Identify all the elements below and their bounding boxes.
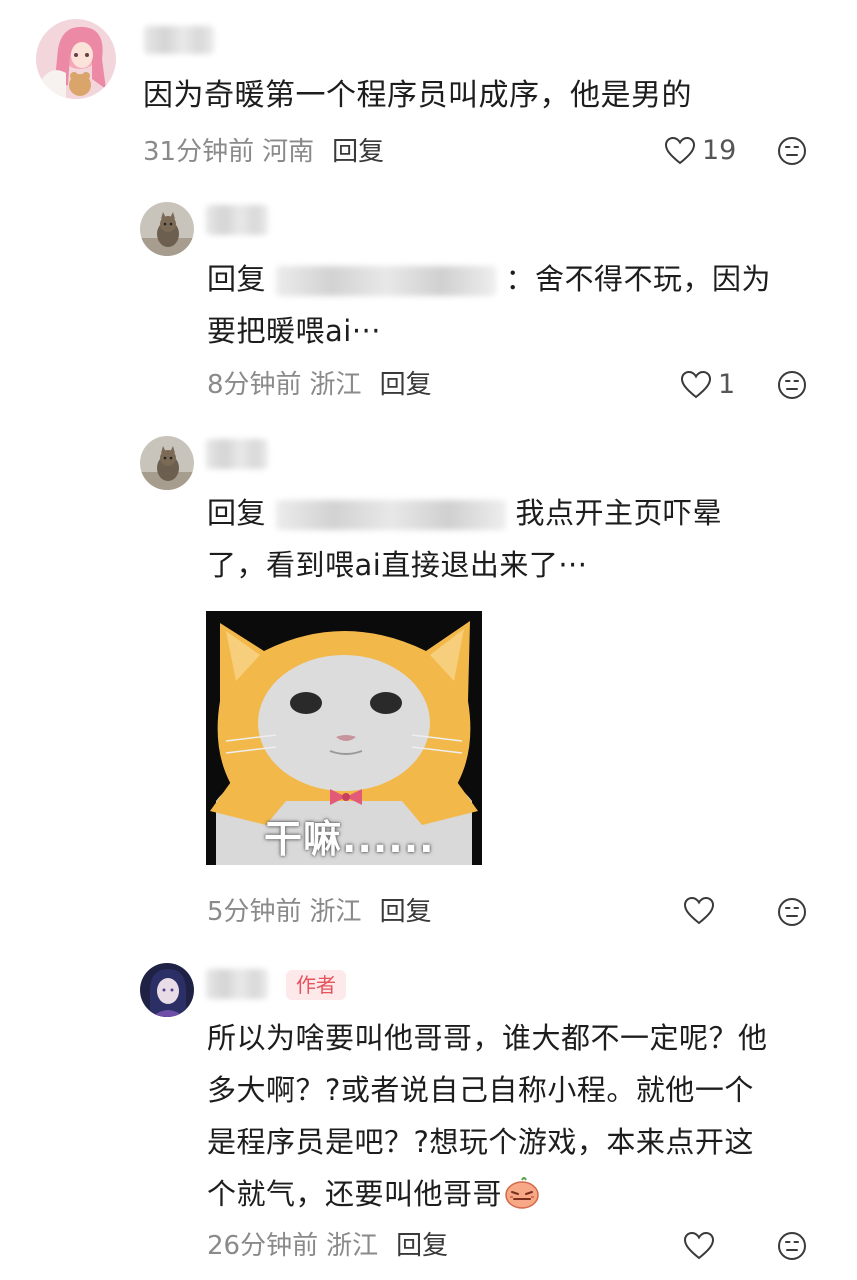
heart-outline-icon	[664, 136, 696, 164]
comment-time: 31分钟前	[143, 137, 255, 167]
avatar[interactable]	[140, 436, 194, 490]
comment-text: 回复 ：舍不得不玩，因为	[207, 252, 807, 306]
dislike-button[interactable]	[777, 136, 807, 166]
author-badge: 作者	[286, 970, 346, 1000]
dislike-button[interactable]	[777, 370, 807, 400]
heart-outline-icon	[683, 1231, 715, 1260]
like-count: 19	[702, 135, 737, 166]
comment-time: 8分钟前	[207, 370, 302, 400]
comment-text-line: 个就气，还要叫他哥哥	[207, 1177, 503, 1211]
comment-text-line: 要把暖喂ai···	[207, 314, 381, 348]
reply-button[interactable]: 回复	[332, 137, 384, 167]
comment-text-line: 了，看到喂ai直接退出来了···	[207, 548, 588, 582]
like-button[interactable]	[683, 1231, 715, 1261]
sticker-image[interactable]: 干嘛......	[206, 611, 482, 865]
comment-text-line: 所以为啥要叫他哥哥，谁大都不一定呢？他	[207, 1021, 768, 1055]
comment-text-line: ：舍不得不玩，因为	[505, 262, 771, 296]
comment-meta: 5分钟前 浙江 回复	[207, 897, 432, 927]
comment-meta: 26分钟前 浙江 回复	[207, 1231, 448, 1261]
reply-prefix: 回复	[207, 262, 267, 296]
sticker-caption: 干嘛......	[264, 817, 435, 861]
mention-blurred[interactable]	[275, 500, 506, 530]
neutral-face-icon	[778, 1232, 806, 1260]
mention-blurred[interactable]	[275, 266, 496, 296]
reply-prefix: 回复	[207, 496, 267, 530]
comment-text: 个就气，还要叫他哥哥	[207, 1167, 540, 1227]
username-blurred[interactable]	[206, 439, 268, 469]
comment-location: 浙江	[309, 370, 362, 400]
username-blurred[interactable]	[206, 205, 268, 235]
comment-text-line: 是程序员是吧？?想玩个游戏，本来点开这	[207, 1125, 754, 1159]
username-blurred[interactable]	[144, 26, 214, 54]
like-button[interactable]: 19	[664, 135, 736, 166]
neutral-face-icon	[778, 137, 806, 165]
comment-text-line: 多大啊？?或者说自己自称小程。就他一个	[207, 1073, 754, 1107]
reply-button[interactable]: 回复	[396, 1231, 448, 1261]
reply-button[interactable]: 回复	[380, 897, 432, 927]
heart-outline-icon	[680, 370, 712, 398]
comment-location: 浙江	[309, 897, 362, 927]
comment-location: 河南	[262, 137, 315, 167]
comment-time: 5分钟前	[207, 897, 302, 927]
comment-meta: 31分钟前 河南 回复	[143, 137, 384, 167]
dislike-button[interactable]	[777, 1231, 807, 1261]
comment-text: 回复 我点开主页吓晕	[207, 486, 807, 540]
like-button[interactable]	[683, 896, 715, 926]
neutral-face-icon	[778, 898, 806, 926]
flushed-face-emoji	[504, 1173, 540, 1227]
reply-button[interactable]: 回复	[380, 370, 432, 400]
dislike-button[interactable]	[777, 897, 807, 927]
avatar[interactable]	[140, 202, 194, 256]
comment-text: 因为奇暖第一个程序员叫成序，他是男的	[143, 78, 692, 113]
like-button[interactable]: 1	[680, 369, 735, 400]
comment-meta: 8分钟前 浙江 回复	[207, 370, 432, 400]
username-blurred[interactable]	[206, 969, 268, 999]
avatar[interactable]	[36, 19, 116, 99]
comment-text-line: 我点开主页吓晕	[515, 496, 722, 530]
heart-outline-icon	[683, 896, 715, 925]
comment-location: 浙江	[326, 1231, 379, 1261]
comment-time: 26分钟前	[207, 1231, 319, 1261]
like-count: 1	[718, 369, 736, 400]
avatar[interactable]	[140, 963, 194, 1017]
neutral-face-icon	[778, 371, 806, 399]
